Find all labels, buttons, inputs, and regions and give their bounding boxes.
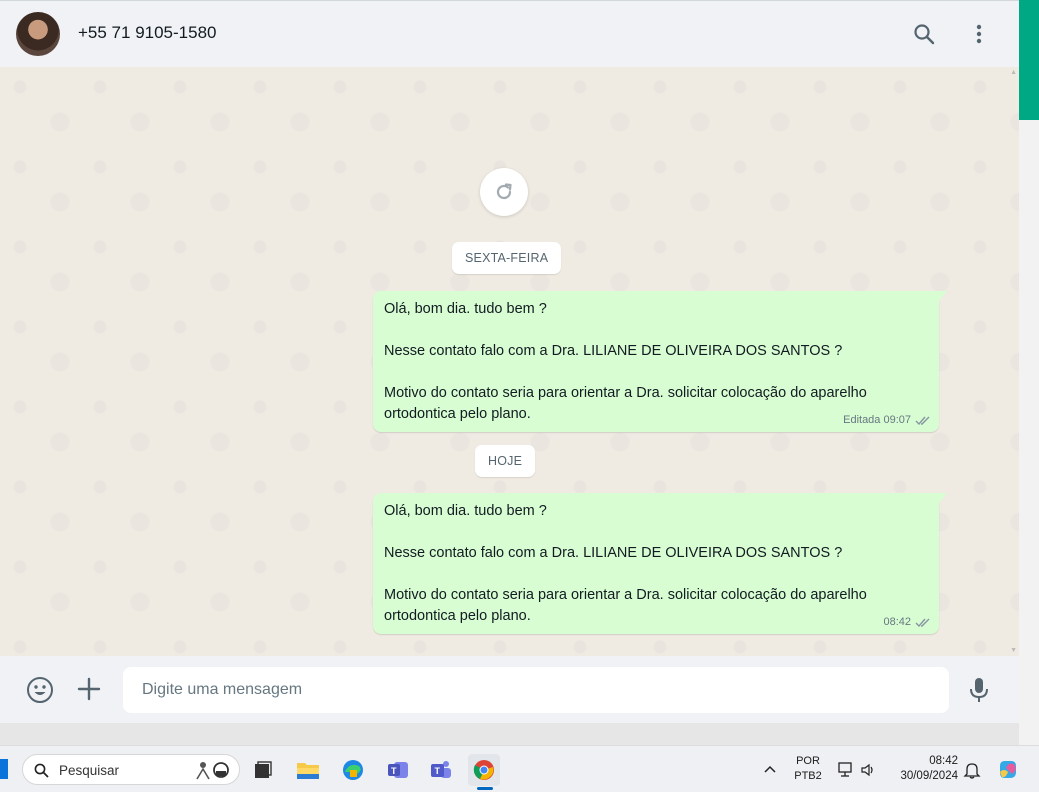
message-composer bbox=[0, 656, 1019, 723]
system-clock[interactable]: 08:42 30/09/2024 bbox=[890, 754, 958, 784]
message-meta: Editada 09:07 bbox=[843, 414, 931, 426]
refresh-icon bbox=[496, 183, 512, 200]
message-text-line bbox=[384, 522, 929, 543]
search-highlight-icon bbox=[196, 762, 229, 780]
date-separator: SEXTA-FEIRA bbox=[452, 242, 562, 274]
menu-icon[interactable] bbox=[966, 21, 992, 47]
page-scrollbar-thumb[interactable] bbox=[1019, 0, 1039, 120]
message-text-line bbox=[384, 320, 929, 341]
windows-start-icon[interactable] bbox=[0, 759, 8, 779]
message-text-line: Nesse contato falo com a Dra. LILIANE DE… bbox=[384, 545, 843, 561]
clock-date: 30/09/2024 bbox=[900, 770, 958, 782]
chat-header: +55 71 9105-1580 bbox=[0, 0, 1019, 67]
message-meta: 08:42 bbox=[883, 616, 931, 628]
microphone-icon[interactable] bbox=[967, 676, 991, 704]
message-text-line: Nesse contato falo com a Dra. LILIANE DE… bbox=[384, 343, 843, 359]
language-code: POR bbox=[796, 755, 820, 767]
message-text-line: Motivo do contato seria para orientar a … bbox=[384, 385, 867, 401]
avatar[interactable] bbox=[16, 12, 60, 56]
double-check-icon bbox=[915, 618, 930, 627]
edge-icon[interactable] bbox=[337, 754, 369, 786]
taskbar-search-label: Pesquisar bbox=[59, 763, 120, 778]
search-icon[interactable] bbox=[911, 21, 937, 47]
copilot-icon[interactable] bbox=[996, 758, 1020, 782]
double-check-icon bbox=[915, 416, 930, 425]
message-text-line: Olá, bom dia. tudo bem ? bbox=[384, 301, 547, 317]
emoji-icon[interactable] bbox=[26, 676, 54, 704]
svg-text:T: T bbox=[391, 766, 397, 776]
load-older-messages-button[interactable] bbox=[480, 168, 528, 216]
clock-time: 08:42 bbox=[929, 755, 958, 767]
scroll-down-arrow-icon[interactable]: ▼ bbox=[1010, 647, 1017, 654]
chrome-icon[interactable] bbox=[468, 754, 500, 786]
teams-icon[interactable]: T bbox=[425, 754, 457, 786]
input-language-indicator[interactable]: POR PTB2 bbox=[790, 754, 826, 784]
keyboard-layout: PTB2 bbox=[794, 770, 822, 782]
task-view-icon[interactable] bbox=[247, 754, 279, 786]
outgoing-message[interactable]: Olá, bom dia. tudo bem ? Nesse contato f… bbox=[373, 291, 947, 432]
active-app-indicator bbox=[477, 787, 493, 790]
message-text-line bbox=[384, 564, 929, 585]
message-input[interactable] bbox=[123, 667, 949, 713]
contact-name[interactable]: +55 71 9105-1580 bbox=[78, 23, 217, 43]
chat-scrollbar[interactable]: ▲ ▼ bbox=[1010, 67, 1019, 656]
attach-plus-icon[interactable] bbox=[76, 676, 102, 702]
search-icon bbox=[34, 763, 49, 778]
message-list[interactable]: ▲ ▼ SEXTA-FEIRA Olá, bom dia. tudo bem ?… bbox=[0, 67, 1019, 656]
show-hidden-icons-chevron-icon[interactable] bbox=[760, 760, 780, 780]
svg-text:T: T bbox=[435, 766, 441, 776]
date-separator: HOJE bbox=[475, 445, 536, 477]
taskbar-search[interactable]: Pesquisar bbox=[22, 754, 240, 785]
message-time: Editada 09:07 bbox=[843, 414, 911, 426]
message-text-line: ortodontica pelo plano. bbox=[384, 608, 531, 624]
message-text-line bbox=[384, 362, 929, 383]
taskbar: Pesquisar T T POR PTB2 08:42 30/09/2024 bbox=[0, 745, 1039, 792]
message-time: 08:42 bbox=[883, 616, 911, 628]
page-scrollbar[interactable] bbox=[1019, 0, 1039, 745]
file-explorer-icon[interactable] bbox=[292, 754, 324, 786]
teams-classic-icon[interactable]: T bbox=[382, 754, 414, 786]
message-text-line: Motivo do contato seria para orientar a … bbox=[384, 587, 867, 603]
notification-bell-icon[interactable] bbox=[963, 760, 981, 780]
message-text-line: Olá, bom dia. tudo bem ? bbox=[384, 503, 547, 519]
network-volume-icons[interactable] bbox=[836, 760, 882, 780]
scroll-up-arrow-icon[interactable]: ▲ bbox=[1010, 69, 1017, 76]
whatsapp-window: +55 71 9105-1580 ▲ ▼ SEXTA-FEIRA Olá, bo… bbox=[0, 0, 1019, 723]
outgoing-message[interactable]: Olá, bom dia. tudo bem ? Nesse contato f… bbox=[373, 493, 947, 634]
